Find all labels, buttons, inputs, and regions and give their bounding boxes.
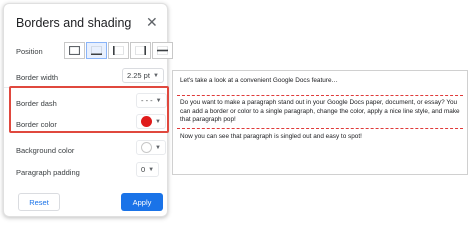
close-icon[interactable]: ✕ xyxy=(146,15,158,29)
paragraph-padding-dropdown[interactable]: 0 ▼ xyxy=(136,162,160,177)
border-right-button[interactable] xyxy=(130,42,151,59)
border-width-label: Border width xyxy=(16,73,59,82)
document-line-3: Now you can see that paragraph is single… xyxy=(180,133,362,140)
position-label: Position xyxy=(16,47,43,56)
reset-button[interactable]: Reset xyxy=(18,193,60,211)
borders-shading-dialog: Borders and shading ✕ Position Border wi… xyxy=(3,3,173,217)
border-right-icon xyxy=(135,46,146,55)
background-color-swatch xyxy=(141,142,152,153)
border-bottom-icon xyxy=(91,46,102,55)
border-between-button[interactable] xyxy=(152,42,173,59)
document-line-1: Let's take a look at a convenient Google… xyxy=(180,77,338,84)
paragraph-padding-label: Paragraph padding xyxy=(16,168,80,177)
border-width-dropdown[interactable]: 2.25 pt ▼ xyxy=(122,68,164,83)
dashed-border-top xyxy=(177,95,463,96)
chevron-down-icon: ▼ xyxy=(152,72,159,79)
chevron-down-icon: ▼ xyxy=(148,166,155,173)
paragraph-padding-value: 0 xyxy=(141,165,146,174)
background-color-picker[interactable]: ▼ xyxy=(136,140,166,155)
position-button-group xyxy=(64,42,174,59)
border-between-icon xyxy=(157,46,168,55)
chevron-down-icon: ▼ xyxy=(155,144,161,151)
border-left-icon xyxy=(113,46,124,55)
border-left-button[interactable] xyxy=(108,42,129,59)
border-width-value: 2.25 pt xyxy=(127,71,150,80)
border-all-icon xyxy=(69,46,80,55)
highlight-box xyxy=(9,86,169,133)
apply-button[interactable]: Apply xyxy=(121,193,163,211)
highlighted-paragraph: Do you want to make a paragraph stand ou… xyxy=(180,99,460,124)
dashed-border-bottom xyxy=(177,128,463,129)
dialog-title: Borders and shading xyxy=(16,16,132,30)
border-all-button[interactable] xyxy=(64,42,85,59)
document-preview: Let's take a look at a convenient Google… xyxy=(172,70,468,175)
background-color-label: Background color xyxy=(16,146,75,155)
border-bottom-button[interactable] xyxy=(86,42,107,59)
